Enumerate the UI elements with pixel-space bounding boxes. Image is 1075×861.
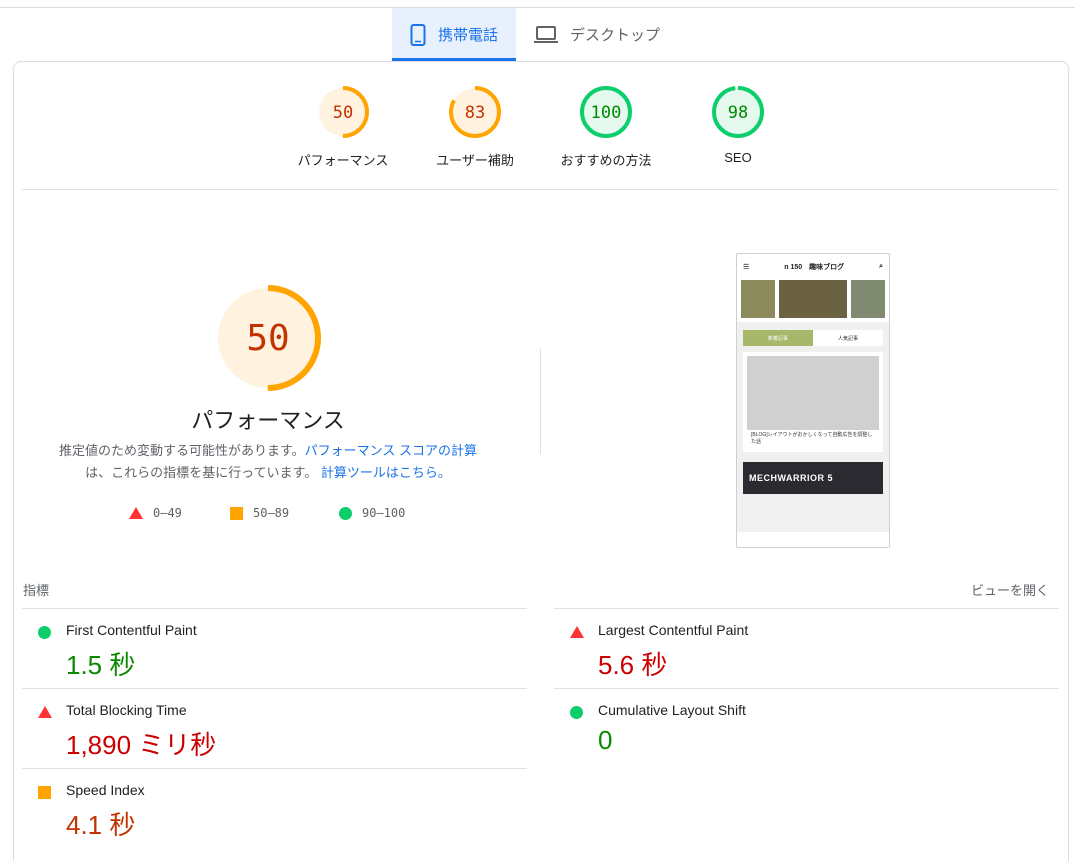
gauge-score: 98 <box>728 103 748 123</box>
metric-item: Total Blocking Time 1,890 ミリ秒 <box>22 688 527 768</box>
preview-thumb <box>851 280 885 318</box>
gauge-ring: 98 <box>712 86 764 138</box>
preview-article-image <box>747 356 879 430</box>
gauge-ring-large: 50 <box>215 285 321 391</box>
legend-average: 50–89 <box>230 506 289 520</box>
square-icon <box>230 506 243 520</box>
preview-article: [BLOG]レイアウトがおかしくなって自動広告を調整した話 <box>743 352 883 452</box>
score-calc-link[interactable]: パフォーマンス スコアの計算 <box>305 443 477 458</box>
metric-item: First Contentful Paint 1.5 秒 <box>22 608 527 688</box>
tab-mobile[interactable]: 携帯電話 <box>392 8 517 61</box>
metric-value: 1.5 秒 <box>66 650 136 680</box>
circle-icon <box>570 706 583 719</box>
preview-tab-new: 新着記事 <box>743 330 813 346</box>
gauge-label: パフォーマンス <box>297 153 389 168</box>
metric-value: 4.1 秒 <box>66 810 136 840</box>
performance-gauge-large: 50 <box>213 283 323 398</box>
gauge-ring: 83 <box>449 86 501 138</box>
page-screenshot-preview[interactable]: ☰ n 150 趣味ブログ ⌕ 新着記事 人気記事 [BLOG]レイアウトがおか… <box>736 253 890 548</box>
gauge-score: 100 <box>591 103 622 123</box>
smartphone-icon <box>410 23 426 46</box>
gauge-score: 83 <box>465 103 485 123</box>
gauge-score: 50 <box>333 103 353 123</box>
metric-name: Cumulative Layout Shift <box>598 702 746 718</box>
menu-icon: ☰ <box>743 264 750 271</box>
category-gauge[interactable]: 100 おすすめの方法 <box>541 84 671 169</box>
metrics-header: 指標 <box>23 583 50 598</box>
legend-average-range: 50–89 <box>253 506 290 520</box>
square-icon <box>38 786 51 799</box>
preview-tab-popular: 人気記事 <box>837 335 858 342</box>
vertical-divider <box>540 348 541 454</box>
metric-value: 1,890 ミリ秒 <box>66 730 217 760</box>
metric-item: Speed Index 4.1 秒 <box>22 768 527 848</box>
legend-good: 90–100 <box>339 506 405 520</box>
circle-icon <box>38 626 51 639</box>
category-gauge[interactable]: 50 パフォーマンス <box>278 84 408 169</box>
gauge-ring: 50 <box>317 86 369 138</box>
triangle-icon <box>570 626 584 638</box>
preview-header: ☰ n 150 趣味ブログ ⌕ <box>737 254 889 280</box>
performance-description: 推定値のため変動する可能性があります。パフォーマンス スコアの計算 は、これらの… <box>40 440 496 484</box>
tab-desktop-label: デスクトップ <box>570 27 661 44</box>
preview-article-title: [BLOG]レイアウトがおかしくなって自動広告を調整した話 <box>751 432 873 445</box>
preview-thumb <box>741 280 775 318</box>
triangle-icon <box>38 706 52 718</box>
gauge-label: おすすめの方法 <box>560 153 652 168</box>
gauge-label: SEO <box>724 150 752 165</box>
metric-value: 0 <box>598 725 613 755</box>
legend-poor-range: 0–49 <box>153 506 182 520</box>
category-gauge[interactable]: 83 ユーザー補助 <box>410 84 540 169</box>
description-text-1: 推定値のため変動する可能性があります。 <box>58 443 305 458</box>
laptop-icon <box>534 25 559 43</box>
calculator-link[interactable]: 計算ツールはこちら。 <box>321 465 451 480</box>
legend-poor: 0–49 <box>129 506 182 520</box>
metric-name: Total Blocking Time <box>66 702 187 718</box>
preview-site-title: n 150 趣味ブログ <box>784 264 845 271</box>
metric-name: Largest Contentful Paint <box>598 622 749 638</box>
metric-item: Cumulative Layout Shift 0 <box>554 688 1059 768</box>
metric-name: Speed Index <box>66 782 145 798</box>
preview-content: 新着記事 人気記事 [BLOG]レイアウトがおかしくなって自動広告を調整した話 … <box>737 322 889 532</box>
triangle-icon <box>129 507 143 519</box>
legend-good-range: 90–100 <box>362 506 406 520</box>
preview-tabs: 新着記事 人気記事 <box>743 330 883 346</box>
preview-carousel <box>737 280 889 318</box>
preview-thumb <box>779 280 847 318</box>
search-icon: ⌕ <box>879 263 883 270</box>
view-toggle-link[interactable]: ビューを開く <box>971 580 1049 599</box>
preview-banner: MECHWARRIOR 5 <box>743 462 883 494</box>
tab-mobile-label: 携帯電話 <box>438 27 499 44</box>
tab-desktop[interactable]: デスクトップ <box>516 8 678 61</box>
circle-icon <box>339 506 352 520</box>
gauge-ring: 100 <box>580 86 632 138</box>
gauge-score-large: 50 <box>246 318 289 359</box>
category-gauge[interactable]: 98 SEO <box>673 84 803 165</box>
gauges-divider <box>22 189 1058 190</box>
performance-title: パフォーマンス <box>191 408 345 433</box>
description-text-2: は、これらの指標を基に行っています。 <box>85 465 318 480</box>
metric-item: Largest Contentful Paint 5.6 秒 <box>554 608 1059 688</box>
gauge-label: ユーザー補助 <box>436 153 514 168</box>
device-tabs: 携帯電話 デスクトップ <box>392 8 678 61</box>
metric-value: 5.6 秒 <box>598 650 668 680</box>
metric-name: First Contentful Paint <box>66 622 197 638</box>
